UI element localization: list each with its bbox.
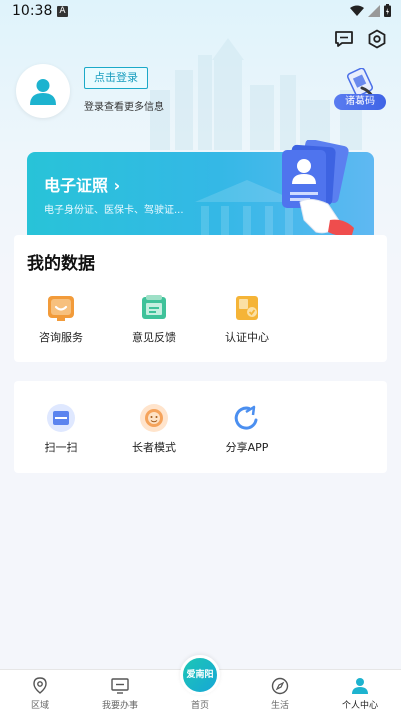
nav-item-region[interactable]: 区域: [0, 670, 80, 712]
message-button[interactable]: [332, 27, 356, 51]
message-icon: [335, 31, 353, 47]
feedback-icon: [139, 293, 169, 323]
battery-icon: [384, 4, 391, 17]
auth-icon: [232, 293, 262, 323]
nav-label-region: 区域: [30, 701, 49, 711]
elder-icon: [139, 403, 169, 433]
nav-label-life: 生活: [270, 701, 289, 711]
compass-icon: [271, 677, 289, 695]
settings-button[interactable]: [365, 27, 389, 51]
monitor-icon: [111, 678, 129, 694]
share-app-label: 分享APP: [225, 441, 269, 454]
consult-service-label: 咨询服务: [39, 331, 83, 344]
consult-service-button[interactable]: 咨询服务: [21, 293, 101, 345]
share-icon: [232, 403, 262, 433]
nav-item-services[interactable]: 我要办事: [80, 670, 160, 712]
signal-icon: [368, 4, 380, 17]
person-icon: [352, 678, 368, 694]
cert-title: 电子证照 ›: [44, 176, 121, 195]
code-button[interactable]: 诸葛码: [334, 68, 386, 110]
nav-label-home: 首页: [190, 701, 209, 711]
settings-icon: [368, 29, 386, 49]
status-time: 10:38: [12, 3, 53, 19]
login-hint: 登录查看更多信息: [84, 102, 164, 113]
elder-mode-label: 长者模式: [132, 441, 176, 454]
feedback-button[interactable]: 意见反馈: [114, 293, 194, 345]
notification-badge: A: [57, 6, 68, 17]
scan-icon: [46, 403, 76, 433]
cert-subtitle: 电子身份证、医保卡、驾驶证...: [44, 205, 184, 216]
location-icon: [33, 677, 47, 694]
share-app-button[interactable]: 分享APP: [207, 403, 287, 455]
nav-label-personal-center: 个人中心: [341, 701, 378, 711]
wifi-icon: [350, 5, 364, 16]
feedback-label: 意见反馈: [132, 331, 176, 344]
my-data-card: 我的数据 咨询服务 意见反馈 认证中心: [14, 235, 387, 362]
scan-button[interactable]: 扫一扫: [21, 403, 101, 455]
scan-label: 扫一扫: [44, 441, 78, 454]
nav-item-personal-center[interactable]: 个人中心: [320, 670, 400, 712]
tools-card: 扫一扫 长者模式 分享APP: [14, 381, 387, 473]
app-screen: 10:38 A 点击登录 登录查看更多信息 诸葛码 电子证照 › 电子身份证、医…: [0, 0, 401, 712]
auth-center-label: 认证中心: [225, 331, 269, 344]
home-bubble-logo[interactable]: 爱南阳: [180, 655, 220, 695]
consult-icon: [46, 293, 76, 323]
user-avatar-icon: [30, 79, 56, 105]
nav-label-services: 我要办事: [101, 701, 138, 711]
elder-mode-button[interactable]: 长者模式: [114, 403, 194, 455]
auth-center-button[interactable]: 认证中心: [207, 293, 287, 345]
status-bar: 10:38 A: [0, 0, 401, 24]
id-card-hand-icon: [282, 140, 354, 236]
avatar[interactable]: [16, 64, 70, 118]
code-label: 诸葛码: [334, 94, 386, 110]
login-button[interactable]: 点击登录: [84, 67, 148, 89]
nav-item-life[interactable]: 生活: [240, 670, 320, 712]
system-icons: [350, 4, 391, 17]
my-data-title: 我的数据: [27, 254, 95, 274]
